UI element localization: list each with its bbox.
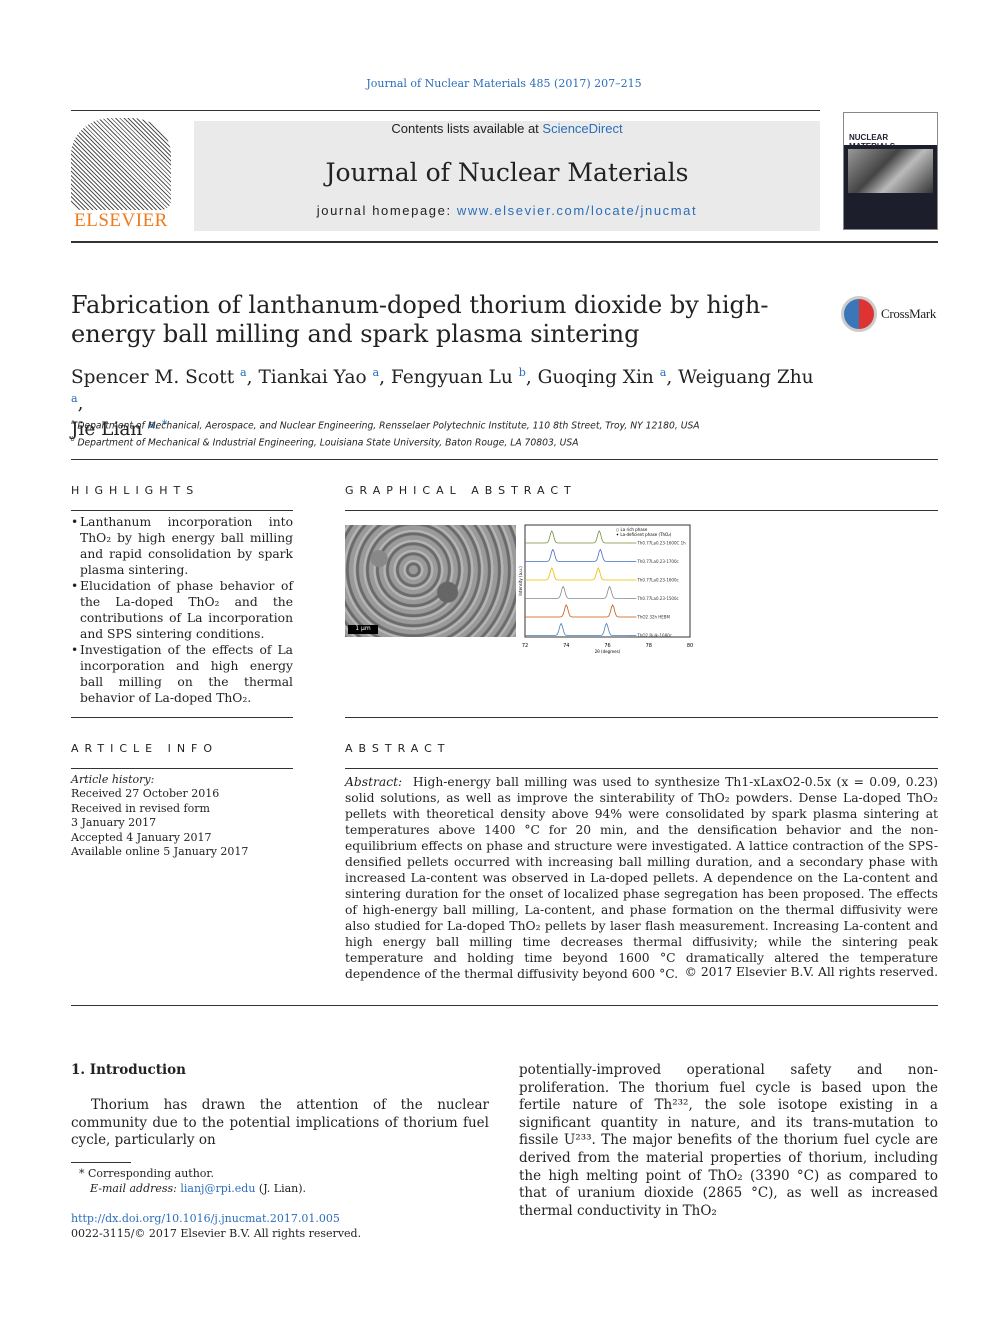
cover-image <box>848 149 933 193</box>
abstract-text: High-energy ball milling was used to syn… <box>345 775 938 981</box>
xrd-chart: Th0.77La0.23-1600C 1h Th0.77La0.23-1700c T… <box>518 524 693 654</box>
x-tick-label: 74 <box>563 643 569 649</box>
graphical-abstract-heading: GRAPHICAL ABSTRACT <box>345 484 577 497</box>
divider <box>345 768 938 769</box>
sciencedirect-link[interactable]: ScienceDirect <box>542 121 622 136</box>
author: Spencer M. Scott a <box>71 366 247 389</box>
issn-line: 0022-3115/© 2017 Elsevier B.V. All right… <box>71 1227 362 1240</box>
sem-micrograph: 1 µm <box>345 525 516 637</box>
abstract-body: Abstract: High-energy ball milling was u… <box>345 774 938 982</box>
history-label: Article history: <box>71 773 155 786</box>
affiliation-text: Department of Mechanical, Aerospace, and… <box>77 420 700 432</box>
doi-link[interactable]: http://dx.doi.org/10.1016/j.jnucmat.2017… <box>71 1212 340 1225</box>
journal-reference[interactable]: Journal of Nuclear Materials 485 (2017) … <box>0 77 992 90</box>
x-tick-label: 72 <box>522 643 528 649</box>
author-affiliation-link[interactable]: a <box>71 392 78 405</box>
homepage-line: journal homepage: www.elsevier.com/locat… <box>194 203 820 218</box>
divider <box>71 459 938 460</box>
email-line: E-mail address: lianj@rpi.edu (J. Lian). <box>79 1181 306 1196</box>
series-label: Th0.77La0.23-1500c <box>636 596 678 601</box>
doi-block: http://dx.doi.org/10.1016/j.jnucmat.2017… <box>71 1211 361 1241</box>
journal-title: Journal of Nuclear Materials <box>325 158 689 187</box>
history-line: Received in revised form <box>71 801 210 815</box>
affiliation-key: b <box>71 436 75 444</box>
series-label: Th0.77La0.23-1600c <box>636 578 678 583</box>
cover-title: NUCLEAR MATERIALS <box>844 113 937 151</box>
footnote-divider <box>71 1162 131 1163</box>
highlight-item: Investigation of the effects of La incor… <box>71 642 293 706</box>
affiliations: a Department of Mechanical, Aerospace, a… <box>71 416 700 451</box>
divider <box>71 241 938 243</box>
highlights-list: Lanthanum incorporation into ThO₂ by hig… <box>71 514 293 706</box>
article-title: Fabrication of lanthanum-doped thorium d… <box>71 291 769 348</box>
publisher-logo-text: ELSEVIER <box>74 210 168 231</box>
homepage-link[interactable]: www.elsevier.com/locate/jnucmat <box>457 203 697 218</box>
history-line: 3 January 2017 <box>71 816 157 830</box>
crossmark-label: CrossMark <box>881 306 937 321</box>
divider <box>345 717 938 718</box>
author-affiliation-link[interactable]: b <box>519 366 526 379</box>
contents-line: Contents lists available at ScienceDirec… <box>194 121 820 137</box>
article-info-heading: ARTICLE INFO <box>71 742 219 755</box>
divider <box>71 717 293 718</box>
x-axis-label: 2θ (degrees) <box>595 649 621 654</box>
series-label: Th0.77La0.23-1600C 1h <box>636 541 686 546</box>
author-affiliation-link[interactable]: a <box>240 366 247 379</box>
highlight-item: Elucidation of phase behavior of the La-… <box>71 578 293 642</box>
divider <box>71 110 820 111</box>
highlight-item: Lanthanum incorporation into ThO₂ by hig… <box>71 514 293 578</box>
history-line: Accepted 4 January 2017 <box>71 830 212 844</box>
affiliation-b: b Department of Mechanical & Industrial … <box>71 433 700 450</box>
series-label: ThO2 32h HEBM <box>636 615 670 620</box>
email-suffix: (J. Lian). <box>255 1182 307 1195</box>
homepage-prefix: journal homepage: <box>316 203 457 218</box>
x-tick-label: 80 <box>687 643 693 649</box>
y-axis-label: Intensity (a.u.) <box>518 566 523 596</box>
elsevier-logo: ELSEVIER <box>71 118 171 234</box>
crossmark-button[interactable]: CrossMark <box>841 296 936 332</box>
crossmark-icon <box>841 296 877 332</box>
footnote: * Corresponding author. E-mail address: … <box>79 1166 306 1196</box>
email-label: E-mail address: <box>90 1182 181 1195</box>
journal-banner: Contents lists available at ScienceDirec… <box>194 121 820 231</box>
series-label: Th0.77La0.23-1700c <box>636 559 678 564</box>
corresponding-note: * Corresponding author. <box>79 1167 214 1180</box>
series-label: ThO2 Bulk-1080c <box>636 633 671 638</box>
affiliation-text: Department of Mechanical & Industrial En… <box>77 437 579 449</box>
x-tick-label: 78 <box>646 643 652 649</box>
elsevier-tree-icon <box>71 118 171 210</box>
affiliation-key: a <box>71 419 75 426</box>
author-affiliation-link[interactable]: a <box>373 366 380 379</box>
history-line: Available online 5 January 2017 <box>71 845 249 859</box>
section-heading: 1. Introduction <box>71 1062 186 1078</box>
divider <box>345 510 938 511</box>
abstract-heading: ABSTRACT <box>345 742 451 755</box>
author-affiliation-link[interactable]: a <box>660 366 667 379</box>
email-link[interactable]: lianj@rpi.edu <box>180 1182 255 1195</box>
divider <box>71 1005 938 1006</box>
author: Guoqing Xin a <box>537 366 667 389</box>
divider <box>71 510 293 511</box>
journal-cover[interactable]: NUCLEAR MATERIALS <box>843 112 938 230</box>
abstract-copyright: © 2017 Elsevier B.V. All rights reserved… <box>684 965 938 979</box>
divider <box>71 768 293 769</box>
journal-reference-link[interactable]: Journal of Nuclear Materials 485 (2017) … <box>366 77 641 90</box>
affiliation-a: a Department of Mechanical, Aerospace, a… <box>71 416 700 433</box>
contents-prefix: Contents lists available at <box>391 121 543 136</box>
legend-entry: ✦ La-deficient phase (ThO₂) <box>616 532 672 537</box>
author: Tiankai Yao a <box>258 366 380 389</box>
scale-bar: 1 µm <box>348 625 378 634</box>
highlights-heading: HIGHLIGHTS <box>71 484 200 497</box>
intro-paragraph: Thorium has drawn the attention of the n… <box>71 1097 489 1149</box>
article-history: Article history: Received 27 October 201… <box>71 773 248 859</box>
history-line: Received 27 October 2016 <box>71 787 220 801</box>
author: Fengyuan Lu b <box>390 366 526 389</box>
abstract-label: Abstract: <box>345 775 403 789</box>
intro-paragraph: potentially-improved operational safety … <box>519 1062 938 1219</box>
